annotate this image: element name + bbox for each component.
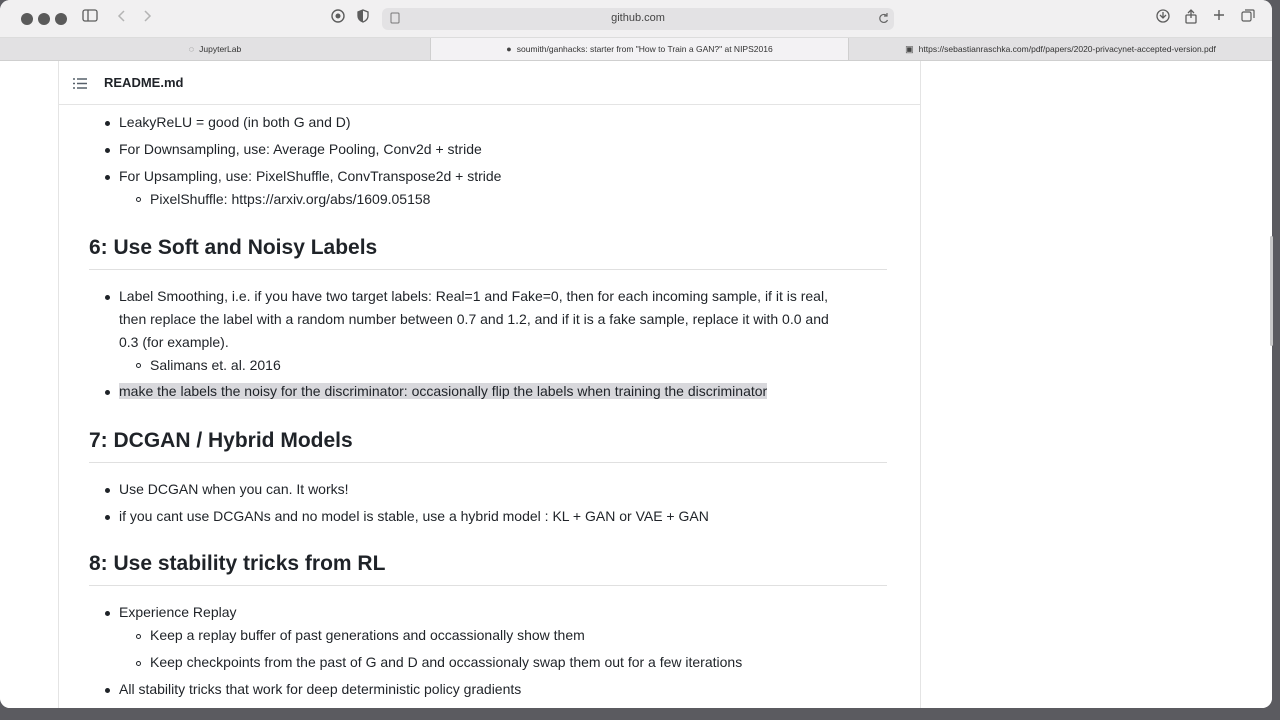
address-bar[interactable]: github.com bbox=[382, 8, 894, 30]
tab-label: JupyterLab bbox=[199, 44, 242, 54]
tab-label: soumith/ganhacks: starter from "How to T… bbox=[516, 44, 773, 54]
section-heading-6: 6: Use Soft and Noisy Labels bbox=[89, 236, 378, 259]
scrollbar-thumb[interactable] bbox=[1270, 236, 1273, 346]
bullet bbox=[105, 148, 110, 153]
highlighted-list-item: make the labels the noisy for the discri… bbox=[119, 383, 768, 399]
bullet bbox=[105, 688, 110, 693]
tab-jupyterlab[interactable]: ◌ JupyterLab bbox=[0, 38, 431, 60]
outline-menu-icon[interactable] bbox=[73, 76, 87, 94]
sub-list-item: Salimans et. al. 2016 bbox=[150, 357, 281, 373]
bullet bbox=[105, 611, 110, 616]
downloads-icon[interactable] bbox=[1156, 9, 1170, 23]
new-tab-icon[interactable] bbox=[1213, 9, 1225, 21]
sub-list-item: Keep a replay buffer of past generations… bbox=[150, 627, 585, 643]
shield-icon[interactable] bbox=[357, 9, 369, 23]
bullet bbox=[105, 121, 110, 126]
list-item: For Downsampling, use: Average Pooling, … bbox=[119, 141, 482, 157]
sidebar-toggle-icon[interactable] bbox=[82, 9, 98, 22]
readme-title: README.md bbox=[104, 75, 184, 90]
jupyter-icon: ◌ bbox=[188, 44, 195, 54]
section-heading-7: 7: DCGAN / Hybrid Models bbox=[89, 429, 353, 452]
bullet bbox=[105, 515, 110, 520]
list-item-line: then replace the label with a random num… bbox=[119, 311, 829, 327]
tab-pdf[interactable]: ▣ https://sebastianraschka.com/pdf/paper… bbox=[849, 38, 1272, 60]
bullet bbox=[105, 175, 110, 180]
sub-list-item: Keep checkpoints from the past of G and … bbox=[150, 654, 743, 670]
sub-bullet bbox=[136, 634, 141, 639]
address-text: github.com bbox=[611, 12, 665, 24]
heading-divider bbox=[89, 269, 887, 270]
tab-label: https://sebastianraschka.com/pdf/papers/… bbox=[918, 44, 1216, 54]
list-item: All stability tricks that work for deep … bbox=[119, 681, 522, 697]
bullet bbox=[105, 488, 110, 493]
zoom-window-button[interactable] bbox=[55, 13, 67, 25]
sub-list-item: PixelShuffle: https://arxiv.org/abs/1609… bbox=[150, 191, 430, 207]
pdf-icon: ▣ bbox=[905, 43, 914, 54]
section-heading-8: 8: Use stability tricks from RL bbox=[89, 552, 386, 575]
sub-bullet bbox=[136, 363, 141, 368]
sub-bullet bbox=[136, 197, 141, 202]
heading-divider bbox=[89, 585, 887, 586]
tab-ganhacks[interactable]: ● soumith/ganhacks: starter from "How to… bbox=[431, 38, 849, 60]
list-item-line: 0.3 (for example). bbox=[119, 334, 229, 350]
bullet bbox=[105, 295, 110, 300]
tab-bar: ◌ JupyterLab ● soumith/ganhacks: starter… bbox=[0, 38, 1272, 61]
minimize-window-button[interactable] bbox=[38, 13, 50, 25]
page-content: README.md LeakyReLU = good (in both G an… bbox=[0, 61, 1272, 708]
sub-bullet bbox=[136, 661, 141, 666]
tab-overview-icon[interactable] bbox=[1241, 9, 1255, 22]
list-item: if you cant use DCGANs and no model is s… bbox=[119, 508, 709, 524]
sub-item-label: PixelShuffle: bbox=[150, 191, 232, 207]
bullet bbox=[105, 390, 110, 395]
arxiv-link[interactable]: https://arxiv.org/abs/1609.05158 bbox=[231, 191, 430, 207]
list-item: LeakyReLU = good (in both G and D) bbox=[119, 114, 351, 130]
share-icon[interactable] bbox=[1185, 9, 1197, 24]
close-window-button[interactable] bbox=[21, 13, 33, 25]
heading-divider bbox=[89, 462, 887, 463]
browser-window: github.com ◌ JupyterLab ● soumith/ganhac… bbox=[0, 0, 1272, 708]
privacy-report-icon[interactable] bbox=[331, 9, 345, 23]
list-item: Experience Replay bbox=[119, 604, 237, 620]
back-icon[interactable] bbox=[117, 9, 127, 23]
browser-toolbar: github.com bbox=[0, 0, 1272, 38]
divider bbox=[58, 61, 59, 708]
divider bbox=[920, 61, 921, 708]
list-item: Use DCGAN when you can. It works! bbox=[119, 481, 349, 497]
reload-icon[interactable] bbox=[878, 12, 889, 24]
github-icon: ● bbox=[506, 44, 512, 54]
list-item: For Upsampling, use: PixelShuffle, ConvT… bbox=[119, 168, 502, 184]
list-item-line: Label Smoothing, i.e. if you have two ta… bbox=[119, 288, 828, 304]
forward-icon[interactable] bbox=[142, 9, 152, 23]
readme-header: README.md bbox=[59, 61, 920, 105]
